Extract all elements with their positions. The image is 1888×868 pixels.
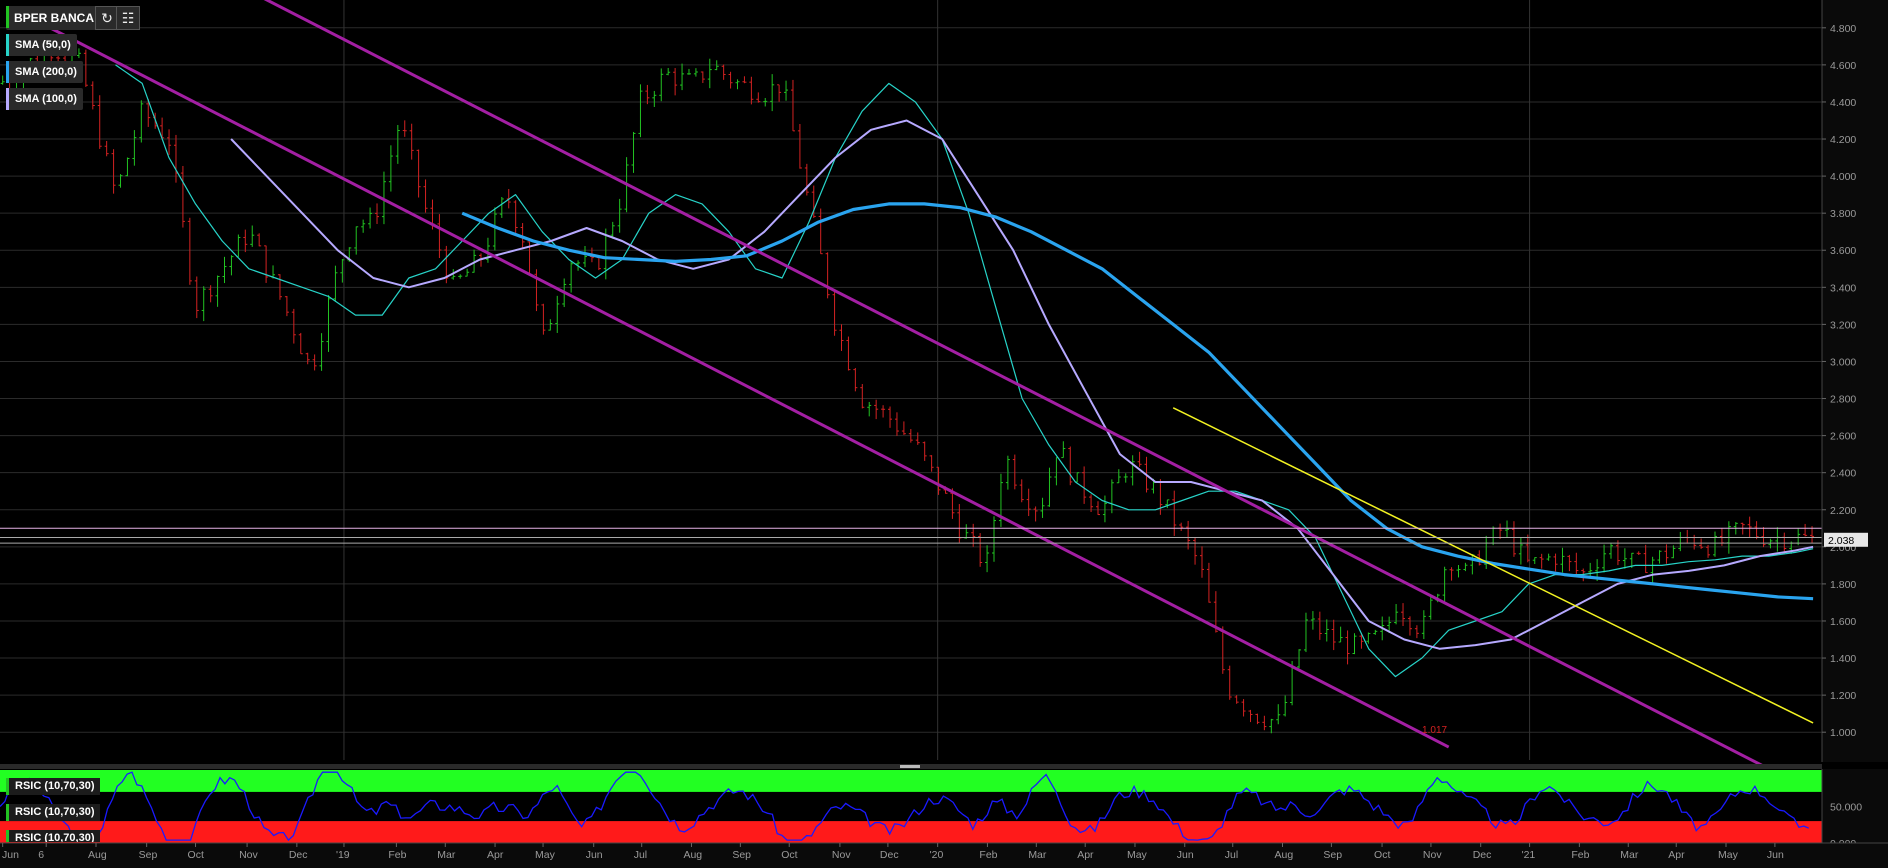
x-tick-label: Sep bbox=[1323, 849, 1342, 861]
x-tick-label: Dec bbox=[880, 849, 899, 861]
x-tick-label: Jul bbox=[1225, 849, 1238, 861]
x-tick-label: Aug bbox=[1275, 849, 1294, 861]
y-tick-label: 1.800 bbox=[1830, 579, 1856, 591]
x-tick-label: May bbox=[1718, 849, 1739, 861]
y-tick-label: 4.000 bbox=[1830, 171, 1856, 183]
y-tick-label: 1.400 bbox=[1830, 653, 1856, 665]
chart-grid bbox=[0, 0, 1888, 868]
symbol-title-text: BPER BANCA bbox=[14, 11, 95, 25]
time-axis-background bbox=[0, 843, 1888, 868]
y-tick-label: 3.800 bbox=[1830, 208, 1856, 220]
x-tick-label: May bbox=[1127, 849, 1148, 861]
rsi-legend-2-swatch bbox=[6, 804, 9, 821]
price-axis-background bbox=[1822, 0, 1888, 762]
splitter-grip-icon[interactable] bbox=[900, 765, 920, 768]
rsi-tick-label: 50.000 bbox=[1830, 802, 1862, 814]
x-tick-label: Jun bbox=[586, 849, 603, 861]
legend-sma200[interactable]: SMA (200,0) bbox=[6, 61, 83, 83]
y-tick-label: 1.600 bbox=[1830, 616, 1856, 628]
rsi-legend-1[interactable]: RSIC (10,70,30) bbox=[6, 778, 101, 795]
y-tick-label: 1.200 bbox=[1830, 690, 1856, 702]
chart-settings-icon: ☷ bbox=[121, 10, 135, 26]
x-tick-label: May bbox=[535, 849, 556, 861]
x-tick-label: Feb bbox=[1571, 849, 1589, 861]
x-tick-label: Jun bbox=[2, 849, 19, 861]
y-tick-label: 2.800 bbox=[1830, 394, 1856, 406]
rsi-legend-2[interactable]: RSIC (10,70,30) bbox=[6, 804, 101, 821]
stock-chart[interactable]: 1.017 4.800 4.600 4.400 4.200 4.000 3.800 3.60… bbox=[0, 0, 1888, 868]
rsi-legend-1-label: RSIC (10,70,30) bbox=[15, 780, 95, 792]
y-tick-label: 4.600 bbox=[1830, 60, 1856, 72]
legend-sma100[interactable]: SMA (100,0) bbox=[6, 88, 83, 110]
legend-sma50-label: SMA (50,0) bbox=[15, 39, 71, 51]
x-tick-label: Aug bbox=[683, 849, 702, 861]
chart-settings-button[interactable]: ☷ bbox=[116, 6, 140, 30]
x-tick-label: '21 bbox=[1522, 849, 1536, 861]
x-tick-label: Apr bbox=[1077, 849, 1094, 861]
rsi-legend-3[interactable]: RSIC (10,70,30) bbox=[6, 830, 101, 842]
y-tick-label: 2.600 bbox=[1830, 431, 1856, 443]
rsi-legend-2-label: RSIC (10,70,30) bbox=[15, 806, 95, 818]
x-tick-label: '19 bbox=[336, 849, 350, 861]
x-tick-label: Mar bbox=[437, 849, 456, 861]
x-tick-label: Nov bbox=[1423, 849, 1442, 861]
x-tick-label: Dec bbox=[1473, 849, 1492, 861]
x-tick-label: Mar bbox=[1028, 849, 1047, 861]
x-tick-label: Jun bbox=[1767, 849, 1784, 861]
rsi-panel: 50.0000.000 bbox=[0, 769, 1888, 850]
y-tick-label: 4.200 bbox=[1830, 134, 1856, 146]
chart-background bbox=[0, 0, 1888, 868]
legend-sma100-swatch bbox=[6, 88, 9, 110]
y-tick-label: 4.800 bbox=[1830, 23, 1856, 35]
x-tick-label: Oct bbox=[1374, 849, 1390, 861]
rsi-legend-1-swatch bbox=[6, 778, 9, 795]
legend-sma200-swatch bbox=[6, 61, 9, 83]
x-tick-label: Nov bbox=[239, 849, 258, 861]
y-tick-label: 3.200 bbox=[1830, 319, 1856, 331]
x-tick-label: Jul bbox=[634, 849, 647, 861]
legend-sma50[interactable]: SMA (50,0) bbox=[6, 34, 77, 56]
x-tick-label: Apr bbox=[1668, 849, 1685, 861]
legend-sma200-label: SMA (200,0) bbox=[15, 66, 77, 78]
legend-sma100-label: SMA (100,0) bbox=[15, 93, 77, 105]
y-tick-label: 3.400 bbox=[1830, 282, 1856, 294]
x-tick-label: Mar bbox=[1620, 849, 1639, 861]
rsi-overbought-band bbox=[0, 770, 1822, 792]
y-tick-label: 2.200 bbox=[1830, 505, 1856, 517]
y-tick-label: 3.000 bbox=[1830, 356, 1856, 368]
refresh-icon: ↻ bbox=[101, 10, 113, 26]
price-axis: 4.800 4.600 4.400 4.200 4.000 3.800 3.600 3.400… bbox=[1821, 0, 1888, 762]
x-tick-label: Dec bbox=[289, 849, 308, 861]
x-tick-label: Feb bbox=[388, 849, 406, 861]
x-tick-label: Feb bbox=[979, 849, 997, 861]
y-tick-label: 3.600 bbox=[1830, 245, 1856, 257]
time-axis: Jun 6 Aug Sep Oct Nov Dec '19 Feb Mar Apr May Jun Jul… bbox=[0, 842, 1888, 868]
x-tick-label: Nov bbox=[832, 849, 851, 861]
y-tick-label: 1.000 bbox=[1830, 727, 1856, 739]
x-tick-label: Oct bbox=[781, 849, 797, 861]
low-annotation: 1.017 bbox=[1422, 725, 1447, 736]
y-tick-label: 4.400 bbox=[1830, 97, 1856, 109]
symbol-title[interactable]: BPER BANCA bbox=[6, 6, 101, 30]
last-price-label: 2.038 bbox=[1828, 535, 1854, 547]
x-tick-label: 6 bbox=[38, 849, 44, 861]
rsi-oversold-band bbox=[0, 821, 1822, 843]
x-tick-label: Jun bbox=[1177, 849, 1194, 861]
symbol-swatch bbox=[6, 6, 9, 28]
x-tick-label: Oct bbox=[188, 849, 204, 861]
x-tick-label: Sep bbox=[139, 849, 158, 861]
x-tick-label: Apr bbox=[487, 849, 504, 861]
rsi-legend-3-swatch bbox=[6, 830, 9, 842]
x-tick-label: Aug bbox=[88, 849, 107, 861]
y-tick-label: 2.400 bbox=[1830, 468, 1856, 480]
x-tick-label: Sep bbox=[732, 849, 751, 861]
legend-sma50-swatch bbox=[6, 34, 9, 56]
rsi-legend-3-label: RSIC (10,70,30) bbox=[15, 832, 95, 842]
x-tick-label: '20 bbox=[930, 849, 944, 861]
